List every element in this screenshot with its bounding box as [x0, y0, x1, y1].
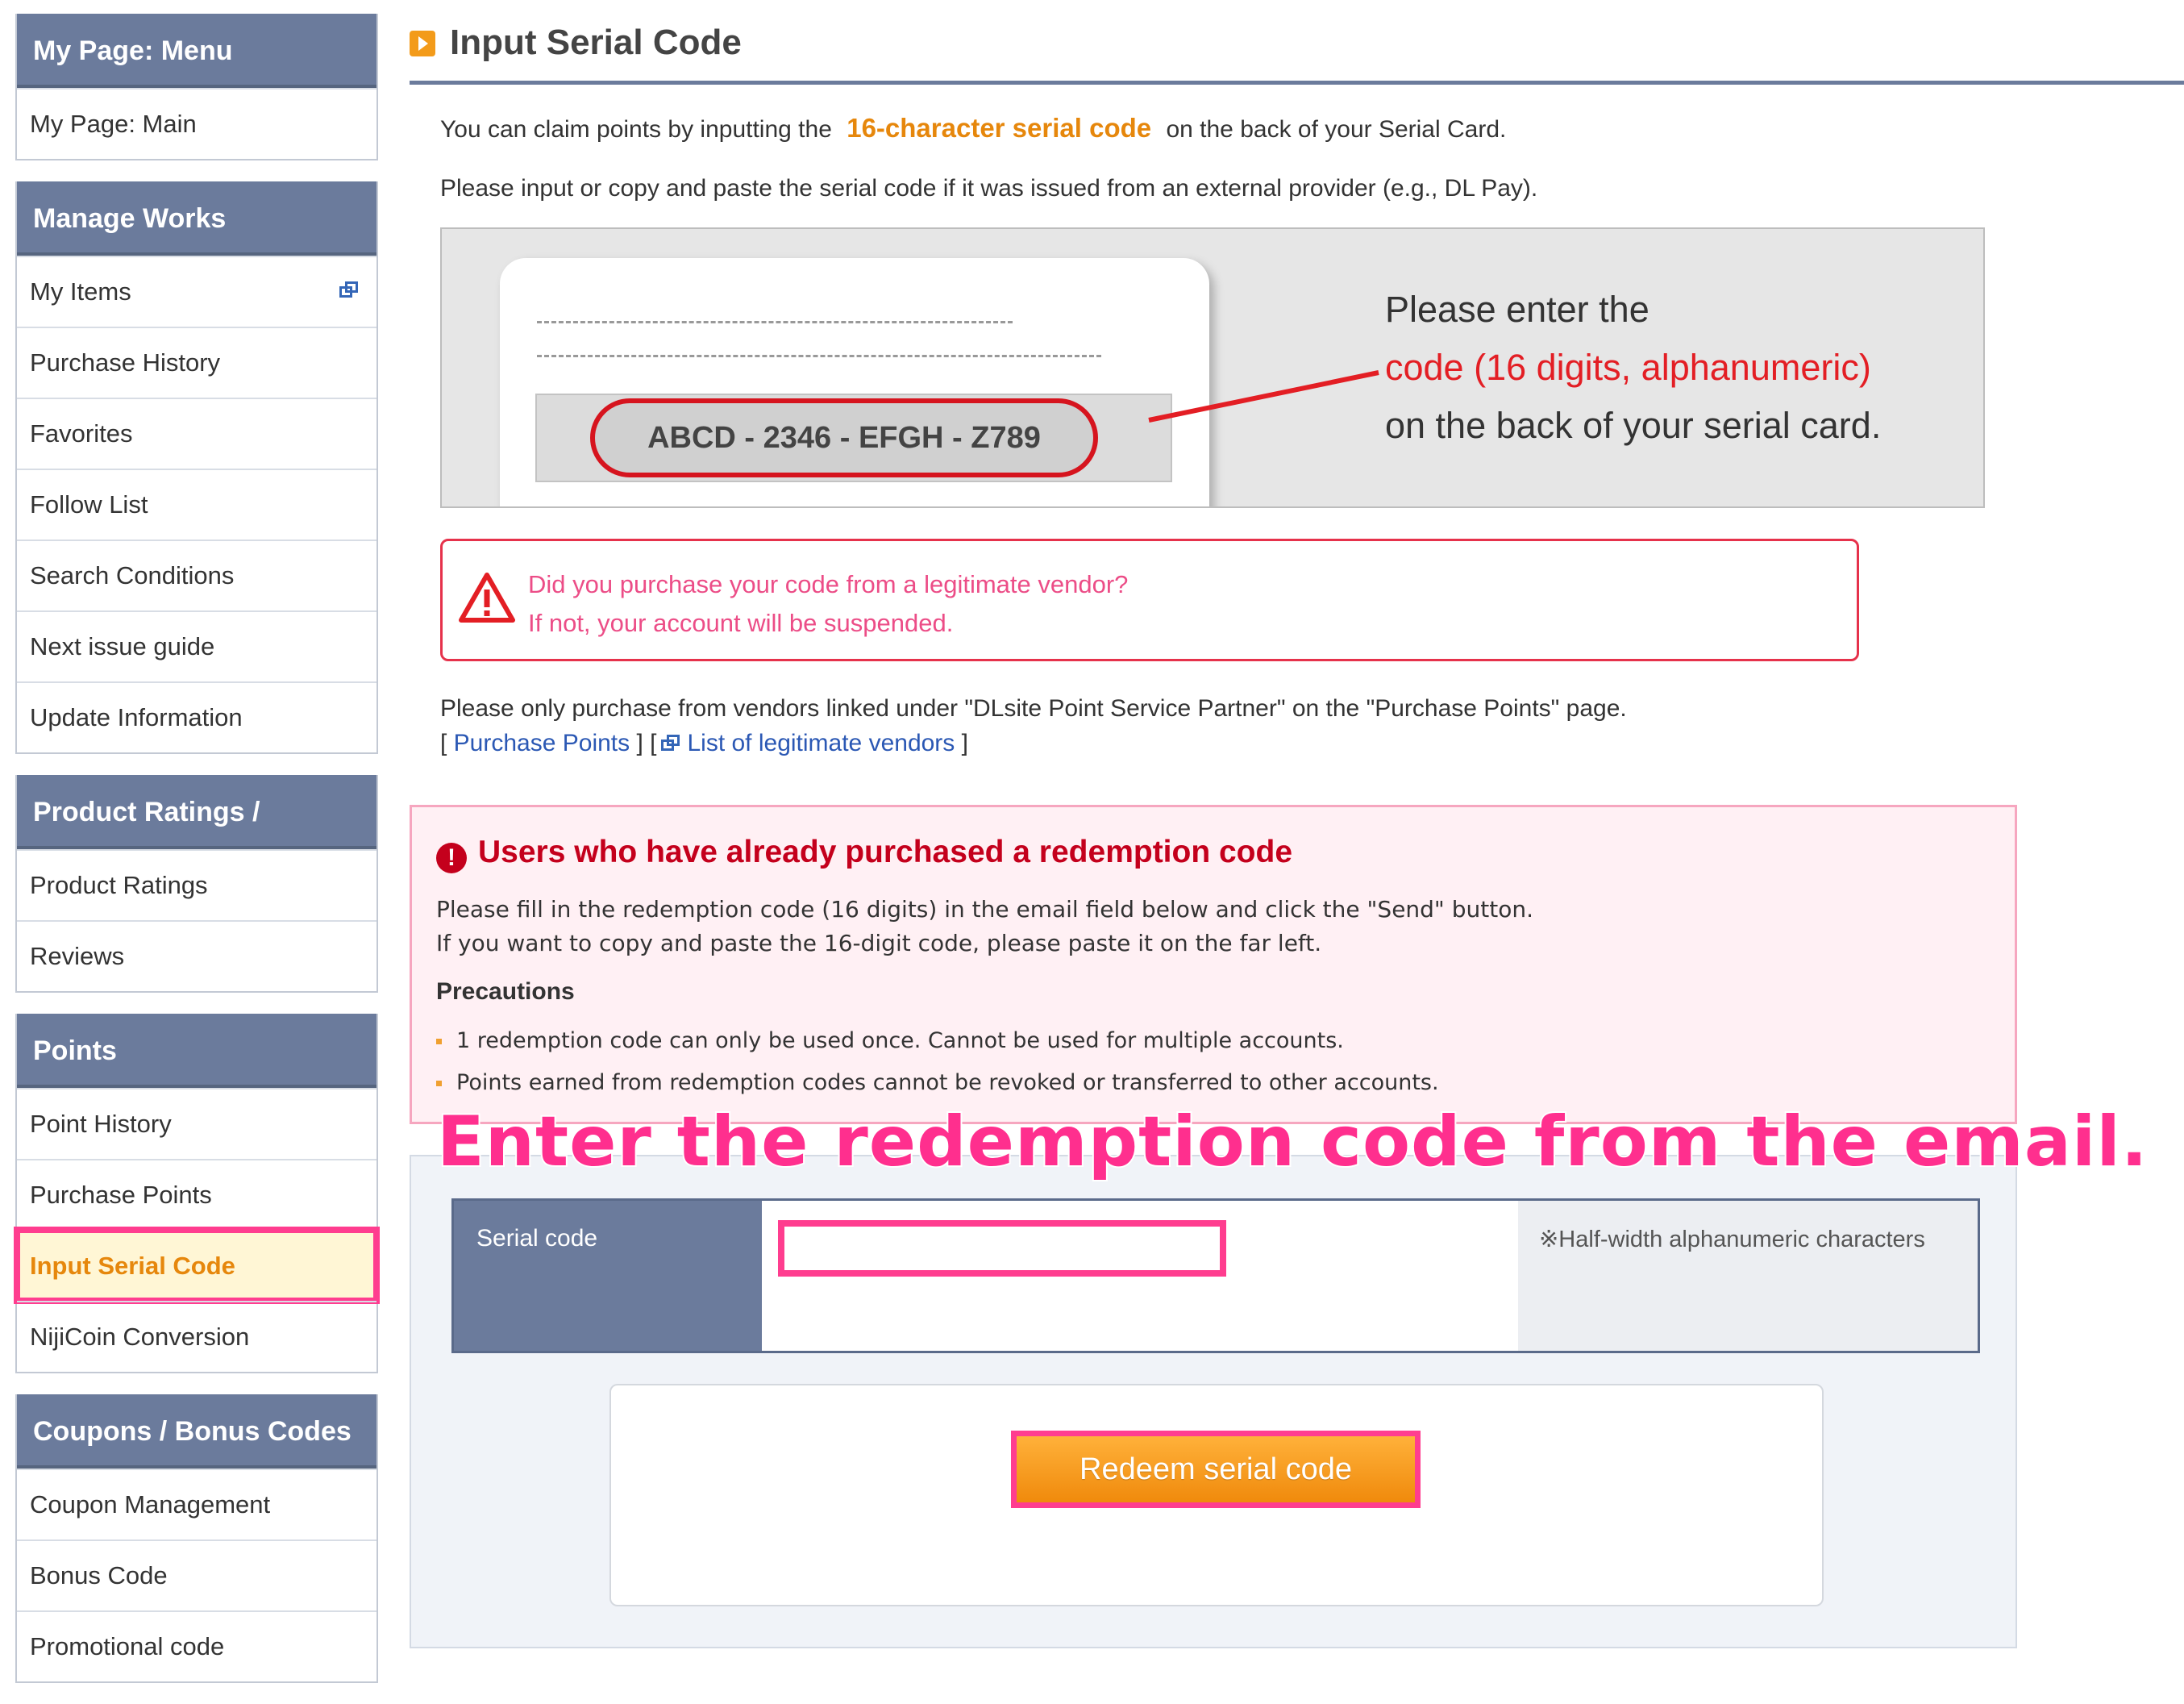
precautions-list: 1 redemption code can only be used once.…	[436, 1020, 1439, 1104]
main-content: Input Serial Code You can claim points b…	[410, 0, 2184, 1648]
vendor-note: Please only purchase from vendors linked…	[440, 695, 1627, 722]
sidebar-header-coupons: Coupons / Bonus Codes	[17, 1394, 376, 1469]
title-bar: Input Serial Code	[410, 0, 2184, 85]
list-item: 1 redemption code can only be used once.…	[436, 1020, 1439, 1062]
exclamation-icon: !	[436, 843, 467, 873]
sidebar-item-next-issue-guide[interactable]: Next issue guide	[17, 610, 376, 681]
sidebar-group-mypage: My Page: Menu My Page: Main	[15, 14, 378, 160]
redeem-serial-code-button[interactable]: Redeem serial code	[1011, 1431, 1421, 1508]
form-row: Serial code ※Half-width alphanumeric cha…	[451, 1198, 1980, 1353]
input-format-note: ※Half-width alphanumeric characters	[1518, 1201, 1978, 1351]
intro-text: You can claim points by inputting the 16…	[440, 113, 1506, 144]
page-title: Input Serial Code	[450, 23, 742, 62]
list-item: Points earned from redemption codes cann…	[436, 1062, 1439, 1104]
sidebar-item-favorites[interactable]: Favorites	[17, 398, 376, 469]
intro-after: on the back of your Serial Card.	[1166, 116, 1507, 143]
intro-highlight: 16-character serial code	[847, 113, 1152, 143]
annotation-caption: Enter the redemption code from the email…	[435, 1100, 2149, 1184]
sidebar-item-reviews[interactable]: Reviews	[17, 920, 376, 991]
purchase-points-link[interactable]: Purchase Points	[454, 730, 630, 756]
bullet-icon	[436, 1081, 442, 1086]
bullet-icon	[436, 1039, 442, 1044]
sidebar-item-input-serial-code[interactable]: Input Serial Code	[14, 1227, 380, 1304]
sidebar: My Page: Menu My Page: Main Manage Works…	[14, 14, 380, 1704]
card-text-line1: Please enter the	[1385, 289, 1649, 330]
sidebar-item-my-items[interactable]: My Items	[17, 256, 376, 327]
sidebar-item-update-information[interactable]: Update Information	[17, 681, 376, 752]
sidebar-group-points: Points Point History Purchase Points Inp…	[14, 1014, 380, 1373]
sidebar-item-nijicoin-conversion[interactable]: NijiCoin Conversion	[17, 1301, 376, 1372]
sidebar-item-my-page-main[interactable]: My Page: Main	[17, 88, 376, 159]
vendor-warning: Did you purchase your code from a legiti…	[440, 539, 1859, 661]
sidebar-group-manage-works: Manage Works My Items Purchase History F…	[15, 181, 378, 754]
sidebar-header-manage-works: Manage Works	[17, 181, 376, 256]
redemption-notice: ! Users who have already purchased a rede…	[410, 805, 2017, 1124]
precaution-text: 1 redemption code can only be used once.…	[456, 1028, 1344, 1053]
serial-code-input[interactable]	[778, 1220, 1226, 1277]
button-panel: Redeem serial code	[609, 1384, 1824, 1606]
sidebar-header-ratings-reviews: Product Ratings / Reviews	[17, 775, 376, 902]
warning-text: Did you purchase your code from a legiti…	[528, 565, 1128, 643]
sidebar-item-coupon-management[interactable]: Coupon Management	[17, 1469, 376, 1539]
sidebar-item-label: My Items	[30, 277, 131, 306]
notice-paragraph: Please fill in the redemption code (16 d…	[436, 893, 1533, 960]
vendor-links: [ Purchase Points ] [List of legitimate …	[440, 730, 968, 756]
sidebar-item-search-conditions[interactable]: Search Conditions	[17, 540, 376, 610]
card-text-line2: code (16 digits, alphanumeric)	[1385, 347, 1871, 388]
play-arrow-icon	[410, 31, 435, 56]
external-window-icon	[339, 281, 359, 299]
sidebar-group-ratings-reviews: Product Ratings / Reviews Product Rating…	[15, 775, 378, 993]
external-window-icon	[661, 735, 680, 752]
legitimate-vendors-link[interactable]: List of legitimate vendors	[687, 730, 955, 756]
notice-line1: Please fill in the redemption code (16 d…	[436, 896, 1533, 923]
sidebar-item-product-ratings[interactable]: Product Ratings	[17, 849, 376, 920]
serial-card-illustration: ABCD - 2346 - EFGH - Z789 Please enter t…	[440, 227, 1985, 508]
sidebar-group-coupons: Coupons / Bonus Codes Coupon Management …	[15, 1394, 378, 1683]
sidebar-item-purchase-history[interactable]: Purchase History	[17, 327, 376, 398]
notice-heading: ! Users who have already purchased a rede…	[436, 835, 1292, 873]
notice-line2: If you want to copy and paste the 16-dig…	[436, 930, 1322, 956]
serial-code-form: Serial code ※Half-width alphanumeric cha…	[410, 1155, 2017, 1648]
intro-before: You can claim points by inputting the	[440, 116, 832, 143]
warning-line1: Did you purchase your code from a legiti…	[528, 570, 1129, 598]
intro-line2: Please input or copy and paste the seria…	[440, 175, 1538, 202]
card-text-line3: on the back of your serial card.	[1385, 405, 1882, 446]
sidebar-header-points: Points	[17, 1014, 376, 1088]
notice-heading-text: Users who have already purchased a redem…	[478, 835, 1293, 869]
sidebar-item-purchase-points[interactable]: Purchase Points	[17, 1159, 376, 1230]
warning-line2: If not, your account will be suspended.	[528, 609, 954, 637]
sidebar-item-follow-list[interactable]: Follow List	[17, 469, 376, 540]
sidebar-item-bonus-code[interactable]: Bonus Code	[17, 1539, 376, 1610]
precautions-title: Precautions	[436, 978, 575, 1005]
warning-triangle-icon	[459, 573, 515, 623]
sidebar-item-promotional-code[interactable]: Promotional code	[17, 1610, 376, 1681]
precaution-text: Points earned from redemption codes cann…	[456, 1070, 1439, 1095]
sidebar-item-point-history[interactable]: Point History	[17, 1088, 376, 1159]
serial-code-label: Serial code	[454, 1201, 762, 1351]
sidebar-header-mypage: My Page: Menu	[17, 14, 376, 88]
card-instructions: Please enter the code (16 digits, alphan…	[1385, 281, 1881, 455]
